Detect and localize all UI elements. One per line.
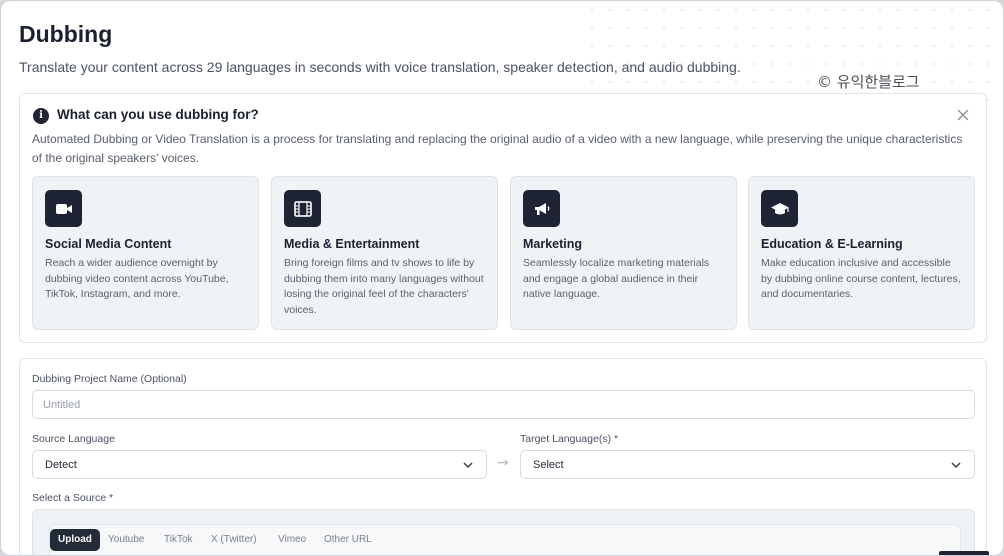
tab-other-url[interactable]: Other URL — [316, 529, 380, 551]
arrow-right-icon: → — [497, 455, 509, 471]
card-description: Reach a wider audience overnight by dubb… — [45, 257, 229, 300]
target-language-value: Select — [533, 458, 564, 471]
source-language-label: Source Language — [32, 433, 115, 445]
card-title: Marketing — [523, 237, 583, 251]
tab-upload[interactable]: Upload — [50, 529, 100, 551]
select-source-label: Select a Source * — [32, 492, 114, 504]
source-tabs: Upload Youtube TikTok X (Twitter) Vimeo … — [49, 524, 961, 555]
source-language-value: Detect — [45, 458, 77, 471]
project-name-label: Dubbing Project Name (Optional) — [32, 373, 187, 385]
tab-x-twitter[interactable]: X (Twitter) — [203, 529, 265, 551]
card-description: Bring foreign films and tv shows to life… — [284, 257, 484, 316]
card-marketing: Marketing Seamlessly localize marketing … — [510, 176, 737, 330]
video-camera-icon — [45, 190, 82, 227]
info-description: Automated Dubbing or Video Translation i… — [32, 132, 963, 165]
watermark: © 유익한블로그 — [817, 73, 920, 91]
app-window: Dubbing Translate your content across 29… — [0, 0, 1004, 556]
info-heading: What can you use dubbing for? — [57, 107, 259, 122]
target-language-select[interactable]: Select — [520, 450, 975, 479]
film-icon — [284, 190, 321, 227]
card-title: Media & Entertainment — [284, 237, 420, 251]
megaphone-icon — [523, 190, 560, 227]
target-language-label: Target Language(s) * — [520, 433, 619, 445]
graduation-cap-icon — [761, 190, 798, 227]
corner-element — [939, 551, 989, 555]
source-language-select[interactable]: Detect — [32, 450, 487, 479]
tab-vimeo[interactable]: Vimeo — [270, 529, 314, 551]
use-case-cards: Social Media Content Reach a wider audie… — [32, 176, 976, 330]
card-description: Make education inclusive and accessible … — [761, 257, 961, 300]
tab-youtube[interactable]: Youtube — [100, 529, 152, 551]
chevron-down-icon — [463, 461, 473, 468]
source-box: Upload Youtube TikTok X (Twitter) Vimeo … — [32, 509, 975, 555]
chevron-down-icon — [951, 461, 961, 468]
card-media-entertainment: Media & Entertainment Bring foreign film… — [271, 176, 498, 330]
close-button[interactable] — [954, 106, 972, 124]
project-name-input[interactable] — [32, 390, 975, 419]
page-title: Dubbing — [19, 21, 113, 47]
card-title: Social Media Content — [45, 237, 172, 251]
tab-tiktok[interactable]: TikTok — [156, 529, 201, 551]
info-panel: i What can you use dubbing for? Automate… — [19, 93, 987, 343]
dubbing-form: Dubbing Project Name (Optional) Source L… — [19, 358, 987, 555]
close-icon — [957, 109, 969, 121]
info-icon: i — [33, 108, 49, 124]
page-subtitle: Translate your content across 29 languag… — [19, 59, 741, 75]
card-education: Education & E-Learning Make education in… — [748, 176, 975, 330]
card-description: Seamlessly localize marketing materials … — [523, 257, 710, 300]
card-title: Education & E-Learning — [761, 237, 903, 251]
card-social-media: Social Media Content Reach a wider audie… — [32, 176, 259, 330]
